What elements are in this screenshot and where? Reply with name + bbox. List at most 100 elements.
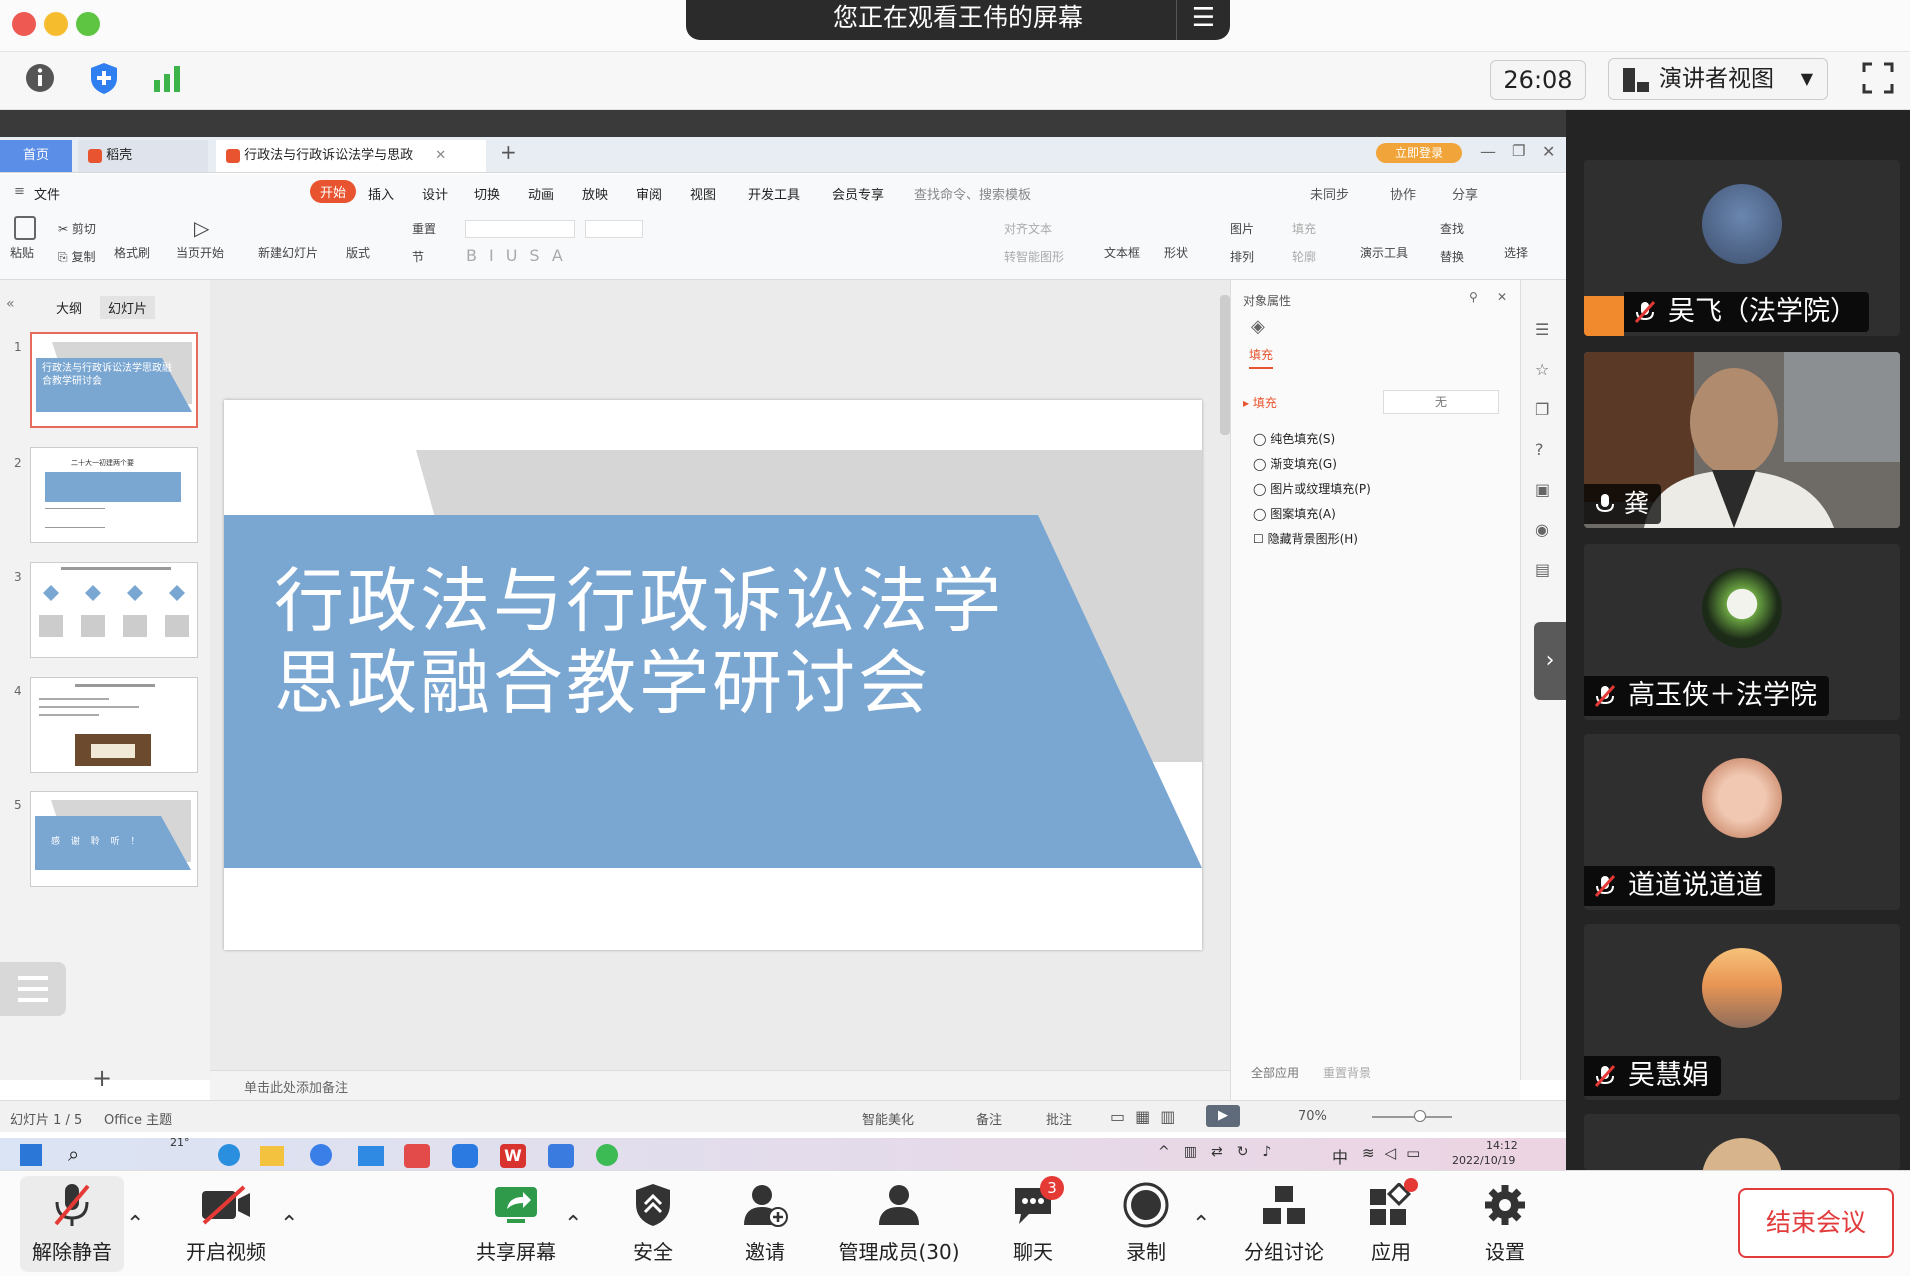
menu-slideshow[interactable]: 放映 — [582, 184, 608, 203]
network-volume-icons[interactable]: ≋◁▭ — [1362, 1144, 1430, 1162]
pin-icon[interactable]: ⚲ — [1469, 290, 1478, 304]
fullscreen-icon[interactable] — [1860, 60, 1896, 96]
present-tools-button[interactable]: 演示工具 — [1360, 244, 1408, 261]
from-current-button[interactable]: 当页开始 — [176, 244, 224, 261]
expand-gallery-button[interactable]: › — [1534, 622, 1566, 700]
find-button[interactable]: 查找 — [1440, 220, 1464, 237]
copy-doc-icon[interactable]: ❐ — [1535, 400, 1549, 419]
apply-all-button[interactable]: 全部应用 — [1251, 1064, 1299, 1081]
select-button[interactable]: 选择 — [1504, 244, 1528, 261]
smartart-button[interactable]: 转智能图形 — [1004, 248, 1064, 265]
slide-thumbnail-4[interactable] — [30, 677, 198, 773]
sync-status[interactable]: 未同步 — [1310, 184, 1349, 203]
replace-button[interactable]: 替换 — [1440, 248, 1464, 265]
menu-review[interactable]: 审阅 — [636, 184, 662, 203]
textbox-button[interactable]: 文本框 — [1104, 244, 1140, 261]
canvas-scrollbar[interactable] — [1220, 295, 1230, 435]
fill-option-picture[interactable]: ◯ 图片或纹理填充(P) — [1253, 480, 1371, 497]
end-meeting-button[interactable]: 结束会议 — [1738, 1188, 1894, 1258]
menu-developer[interactable]: 开发工具 — [748, 184, 800, 203]
slide-thumbnail-5[interactable]: 感 谢 聆 听 ！ — [30, 791, 198, 887]
ime-indicator[interactable]: 中 — [1332, 1144, 1348, 1168]
participant-tile-4[interactable]: 道道说道道 — [1584, 734, 1900, 910]
paste-button[interactable]: 粘贴 — [10, 244, 34, 261]
fill-tab[interactable]: 填充 — [1249, 346, 1274, 369]
record-options-chevron[interactable]: ⌃ — [1192, 1212, 1210, 1237]
share-screen-button[interactable]: 共享屏幕 — [466, 1176, 566, 1272]
mail-icon[interactable] — [358, 1146, 384, 1166]
apps-button[interactable]: 应用 — [1346, 1176, 1436, 1272]
view-mode-icons[interactable]: ▭▦▥ — [1110, 1107, 1185, 1126]
wps-office-icon[interactable]: W — [500, 1144, 526, 1168]
cloud-app-icon[interactable] — [452, 1144, 478, 1168]
hamburger-icon[interactable]: ≡ — [14, 184, 25, 199]
zoom-slider[interactable] — [1372, 1116, 1452, 1118]
outline-button[interactable]: 轮廓 — [1292, 248, 1316, 265]
fill-section-title[interactable]: ▸ 填充 — [1243, 394, 1277, 411]
app-icon[interactable] — [310, 1144, 332, 1166]
close-wps-icon[interactable]: ✕ — [1542, 142, 1555, 161]
location-icon[interactable]: ◉ — [1535, 520, 1549, 539]
fill-option-gradient[interactable]: ◯ 渐变填充(G) — [1253, 455, 1337, 472]
chat-button[interactable]: 3 聊天 — [1000, 1176, 1066, 1272]
add-slide-icon[interactable]: + — [92, 1064, 112, 1092]
share-doc-button[interactable]: 分享 — [1452, 184, 1478, 203]
participant-tile-6[interactable] — [1584, 1114, 1900, 1170]
info-icon[interactable] — [22, 60, 58, 96]
comments-toggle[interactable]: 批注 — [1046, 1109, 1072, 1128]
collaborate-button[interactable]: 协作 — [1390, 184, 1416, 203]
close-window-button[interactable] — [12, 12, 36, 36]
image-icon[interactable]: ▣ — [1535, 480, 1550, 499]
slide-thumbnail-2[interactable]: 二十大一初建两个要 — [30, 447, 198, 543]
play-slideshow-icon[interactable]: ▶ — [1206, 1105, 1240, 1127]
login-badge[interactable]: 立即登录 — [1376, 143, 1462, 163]
tab-docer[interactable]: 稻壳 — [78, 140, 208, 172]
zoom-slider-handle[interactable] — [1414, 1110, 1426, 1122]
format-painter-button[interactable]: 格式刷 — [114, 244, 150, 261]
new-tab-icon[interactable]: + — [500, 140, 517, 164]
cut-button[interactable]: ✂ 剪切 — [58, 220, 96, 237]
signal-stats-icon[interactable] — [150, 60, 186, 96]
slide-title[interactable]: 行政法与行政诉讼法学 思政融合教学研讨会 — [274, 560, 1004, 724]
menu-animation[interactable]: 动画 — [528, 184, 554, 203]
invite-button[interactable]: 邀请 — [720, 1176, 810, 1272]
participant-tile-2[interactable]: 龚 — [1584, 352, 1900, 528]
view-mode-dropdown[interactable]: 演讲者视图 ▼ — [1608, 58, 1828, 100]
font-name-input[interactable] — [465, 220, 575, 238]
menu-transition[interactable]: 切换 — [474, 184, 500, 203]
menu-file[interactable]: 文件 — [34, 184, 60, 203]
fill-option-solid[interactable]: ◯ 纯色填充(S) — [1253, 430, 1335, 447]
reset-button[interactable]: 重置 — [412, 220, 436, 237]
menu-design[interactable]: 设计 — [422, 184, 448, 203]
settings-button[interactable]: 设置 — [1460, 1176, 1550, 1272]
text-style-buttons[interactable]: BIUSA — [466, 246, 575, 265]
slide-thumbnail-1[interactable]: 行政法与行政诉讼法学思政融合教学研讨会 — [30, 332, 198, 428]
tab-home[interactable]: 首页 — [0, 140, 72, 172]
font-size-input[interactable] — [585, 220, 643, 238]
security-shield-icon[interactable] — [86, 60, 122, 96]
zoom-window-button[interactable] — [76, 12, 100, 36]
participant-tile-5[interactable]: 吴慧娟 — [1584, 924, 1900, 1100]
meeting-app-icon[interactable] — [548, 1144, 574, 1168]
command-search[interactable]: 查找命令、搜索模板 — [914, 184, 1031, 203]
audio-options-chevron[interactable]: ⌃ — [126, 1212, 144, 1237]
participant-tile-1[interactable]: 吴飞（法学院） — [1584, 160, 1900, 336]
shape-button[interactable]: 形状 — [1164, 244, 1188, 261]
wechat-icon[interactable] — [596, 1144, 618, 1166]
fill-option-pattern[interactable]: ◯ 图案填充(A) — [1253, 505, 1336, 522]
start-video-button[interactable]: 开启视频 — [176, 1176, 276, 1272]
reset-bg-button[interactable]: 重置背景 — [1323, 1064, 1371, 1081]
outline-tab[interactable]: 大纲 — [56, 298, 82, 317]
arrange-button[interactable]: 排列 — [1230, 248, 1254, 265]
copy-button[interactable]: ⎘ 复制 — [58, 248, 95, 265]
tab-document[interactable]: 行政法与行政诉讼法学与思政 ✕ — [216, 140, 486, 172]
collapse-panel-icon[interactable]: « — [6, 296, 15, 312]
outline-toggle-button[interactable] — [0, 962, 66, 1016]
fill-button[interactable]: 填充 — [1292, 220, 1316, 237]
record-button[interactable]: 录制 — [1110, 1176, 1182, 1272]
security-button[interactable]: 安全 — [608, 1176, 698, 1272]
search-icon[interactable]: ⌕ — [68, 1142, 79, 1166]
book-icon[interactable]: ▤ — [1535, 560, 1550, 579]
picture-button[interactable]: 图片 — [1230, 220, 1254, 237]
folder-icon[interactable] — [260, 1146, 284, 1166]
